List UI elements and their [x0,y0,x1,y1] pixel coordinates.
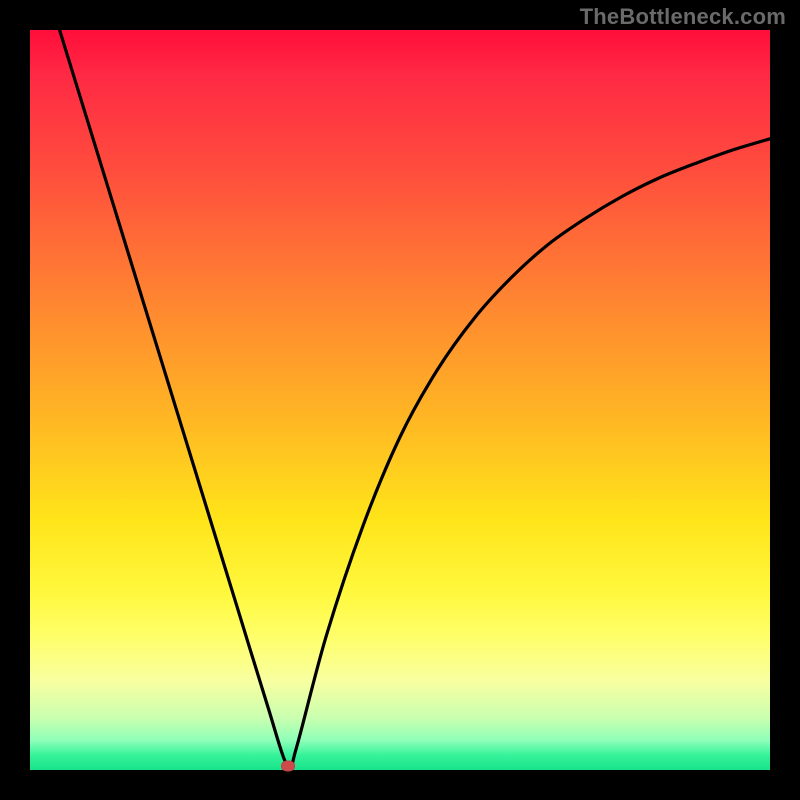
curve-svg [30,30,770,770]
curve-path [60,30,770,769]
chart-frame: TheBottleneck.com [0,0,800,800]
plot-area [30,30,770,770]
watermark-text: TheBottleneck.com [580,4,786,30]
minimum-marker [281,761,295,772]
